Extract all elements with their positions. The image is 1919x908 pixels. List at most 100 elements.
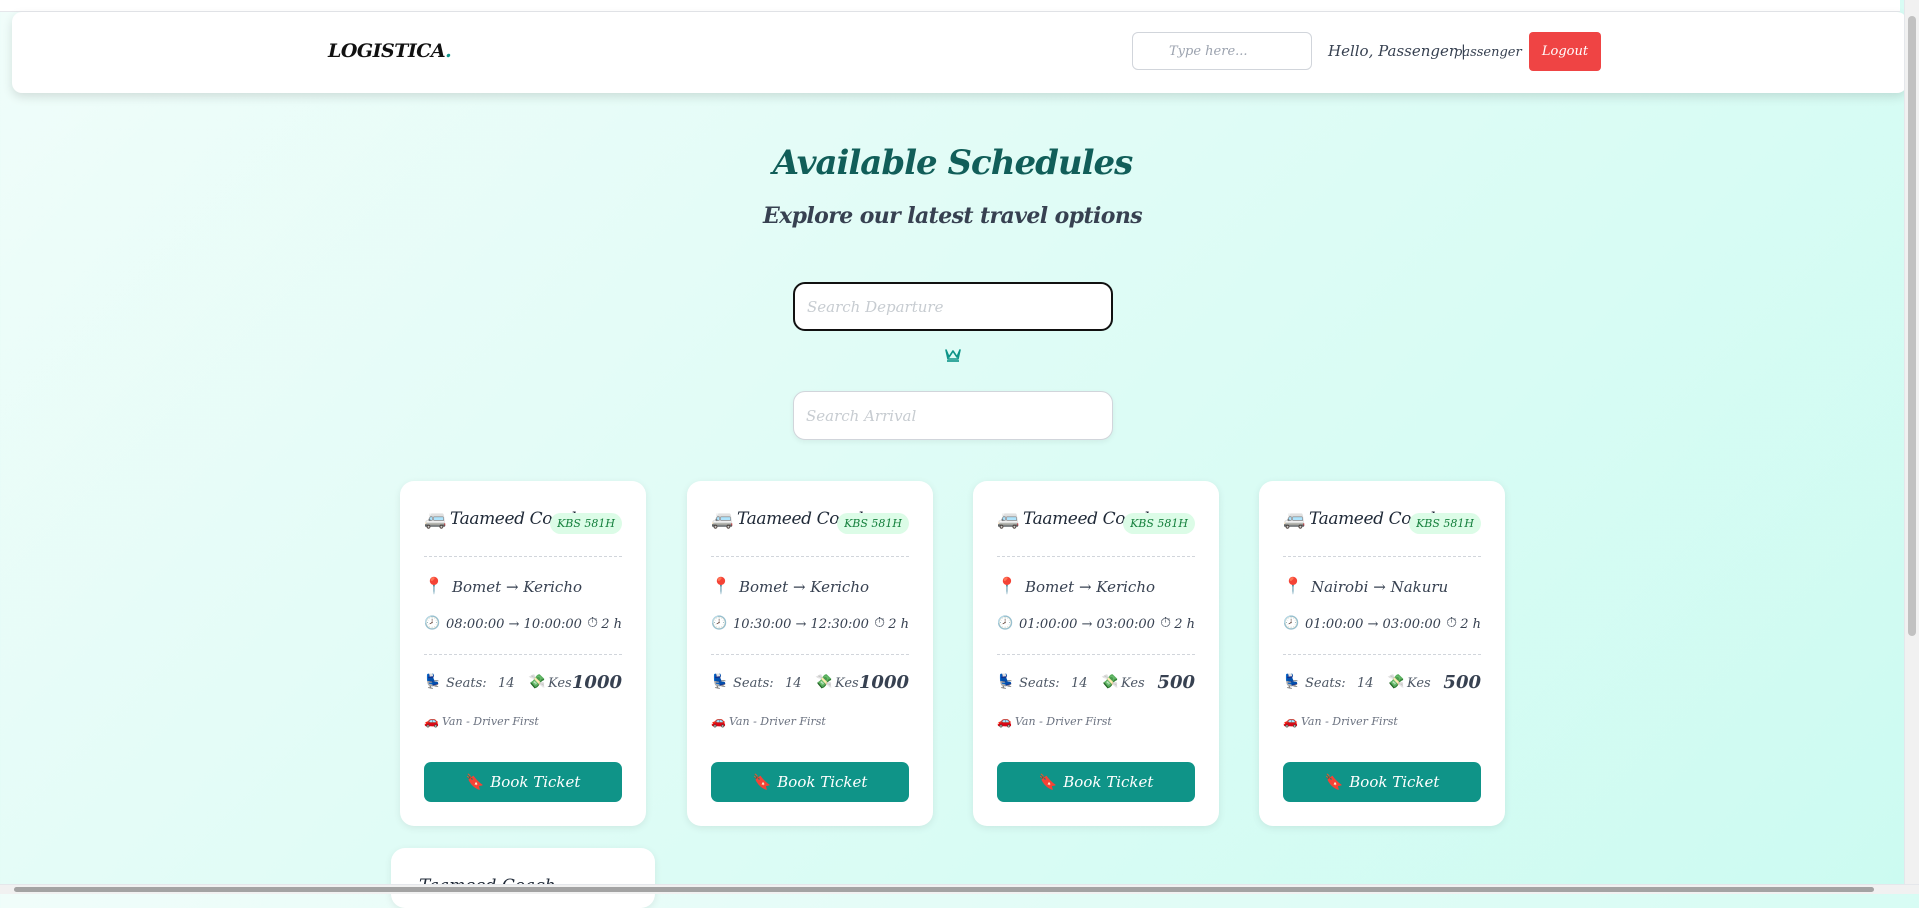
price-value: 1000 — [571, 672, 622, 693]
page-subtitle: Explore our latest travel options — [762, 203, 1143, 229]
clock-icon: 🕗 — [711, 616, 728, 631]
currency-label: Kes — [548, 676, 572, 691]
logout-button[interactable]: Logout — [1529, 32, 1601, 71]
card-header: 🚐 Taameed Coach KBS 581H — [711, 507, 909, 537]
money-icon: 💸 — [1387, 674, 1405, 690]
browser-top-strip — [0, 0, 1900, 12]
plate-badge: KBS 581H — [1123, 513, 1195, 534]
schedule-times: 10:30:00 → 12:30:00 — [733, 617, 869, 632]
brand-logo[interactable]: LOGISTICA. — [328, 40, 452, 62]
location-pin-icon: 📍 — [711, 576, 731, 595]
plate-badge: KBS 581H — [1409, 513, 1481, 534]
bus-icon: 🚐 — [997, 509, 1020, 530]
route-text: Nairobi → Nakuru — [1311, 578, 1449, 596]
currency-label: Kes — [1407, 676, 1431, 691]
arrival-search-input[interactable] — [793, 391, 1113, 440]
seats-label: Seats: — [1019, 676, 1060, 691]
schedule-card: 🚐 Taameed Coach KBS 581H 📍 Nairobi → Nakuru 🕗… — [1259, 481, 1505, 826]
book-ticket-label: Book Ticket — [777, 773, 868, 791]
duration-text: 2 h — [888, 617, 909, 632]
divider — [997, 654, 1195, 655]
schedule-card-partial: Taameed Coach — [391, 848, 655, 908]
seats-label: Seats: — [733, 676, 774, 691]
money-icon: 💸 — [528, 674, 546, 690]
plate-badge: KBS 581H — [550, 513, 622, 534]
bookmark-icon: 🔖 — [1038, 773, 1058, 791]
nav-search-input[interactable] — [1132, 32, 1312, 70]
book-ticket-button[interactable]: 🔖 Book Ticket — [997, 762, 1195, 802]
stopwatch-icon: ⏱ — [874, 615, 885, 631]
vehicle-type: Van - Driver First — [729, 715, 826, 728]
schedule-times: 01:00:00 → 03:00:00 — [1019, 617, 1155, 632]
car-icon: 🚗 — [711, 714, 726, 728]
book-ticket-label: Book Ticket — [490, 773, 581, 791]
route-text: Bomet → Kericho — [1025, 578, 1156, 596]
price-value: 500 — [1157, 672, 1195, 693]
duration-text: 2 h — [1460, 617, 1481, 632]
vertical-scroll-thumb[interactable] — [1908, 16, 1916, 636]
clock-icon: 🕗 — [997, 616, 1014, 631]
location-pin-icon: 📍 — [424, 576, 444, 595]
book-ticket-button[interactable]: 🔖 Book Ticket — [424, 762, 622, 802]
schedule-times: 01:00:00 → 03:00:00 — [1305, 617, 1441, 632]
price-value: 1000 — [858, 672, 909, 693]
book-ticket-button[interactable]: 🔖 Book Ticket — [711, 762, 909, 802]
clock-icon: 🕗 — [1283, 616, 1300, 631]
card-header: 🚐 Taameed Coach KBS 581H — [424, 507, 622, 537]
stopwatch-icon: ⏱ — [1446, 615, 1457, 631]
price-value: 500 — [1443, 672, 1481, 693]
page-title: Available Schedules — [772, 143, 1134, 183]
horizontal-scrollbar[interactable] — [0, 884, 1919, 894]
bookmark-icon: 🔖 — [752, 773, 772, 791]
divider — [424, 556, 622, 557]
divider — [711, 654, 909, 655]
car-icon: 🚗 — [1283, 714, 1298, 728]
money-icon: 💸 — [815, 674, 833, 690]
greeting-text: Hello, Passenger | — [1328, 42, 1466, 60]
seats-count: 14 — [785, 676, 802, 691]
duration-text: 2 h — [1174, 617, 1195, 632]
seats-count: 14 — [498, 676, 515, 691]
divider — [424, 654, 622, 655]
book-ticket-label: Book Ticket — [1349, 773, 1440, 791]
seats-count: 14 — [1071, 676, 1088, 691]
schedule-card: 🚐 Taameed Coach KBS 581H 📍 Bomet → Kericho 🕗 0… — [973, 481, 1219, 826]
schedule-times: 08:00:00 → 10:00:00 — [446, 617, 582, 632]
vehicle-type: Van - Driver First — [442, 715, 539, 728]
vehicle-type: Van - Driver First — [1301, 715, 1398, 728]
horizontal-scroll-thumb[interactable] — [14, 887, 1874, 892]
divider — [1283, 654, 1481, 655]
navbar: LOGISTICA. Hello, Passenger | passenger … — [12, 12, 1907, 93]
seat-icon: 💺 — [424, 674, 442, 690]
user-role: passenger — [1454, 45, 1522, 60]
divider — [711, 556, 909, 557]
book-ticket-label: Book Ticket — [1063, 773, 1154, 791]
seats-label: Seats: — [446, 676, 487, 691]
seat-icon: 💺 — [711, 674, 729, 690]
book-ticket-button[interactable]: 🔖 Book Ticket — [1283, 762, 1481, 802]
bookmark-icon: 🔖 — [465, 773, 485, 791]
bus-icon: 🚐 — [1283, 509, 1306, 530]
crown-swap-icon[interactable] — [942, 346, 964, 368]
vertical-scrollbar[interactable] — [1904, 0, 1919, 885]
card-header: 🚐 Taameed Coach KBS 581H — [997, 507, 1195, 537]
stopwatch-icon: ⏱ — [587, 615, 598, 631]
car-icon: 🚗 — [424, 714, 439, 728]
seat-icon: 💺 — [1283, 674, 1301, 690]
vehicle-type: Van - Driver First — [1015, 715, 1112, 728]
schedule-card: 🚐 Taameed Coach KBS 581H 📍 Bomet → Kericho 🕗 1… — [687, 481, 933, 826]
bus-icon: 🚐 — [424, 509, 447, 530]
route-text: Bomet → Kericho — [452, 578, 583, 596]
car-icon: 🚗 — [997, 714, 1012, 728]
seat-icon: 💺 — [997, 674, 1015, 690]
seats-label: Seats: — [1305, 676, 1346, 691]
bus-icon: 🚐 — [711, 509, 734, 530]
duration-text: 2 h — [601, 617, 622, 632]
plate-badge: KBS 581H — [837, 513, 909, 534]
currency-label: Kes — [835, 676, 859, 691]
bookmark-icon: 🔖 — [1324, 773, 1344, 791]
departure-search-input[interactable] — [793, 282, 1113, 331]
divider — [1283, 556, 1481, 557]
card-header: 🚐 Taameed Coach KBS 581H — [1283, 507, 1481, 537]
currency-label: Kes — [1121, 676, 1145, 691]
